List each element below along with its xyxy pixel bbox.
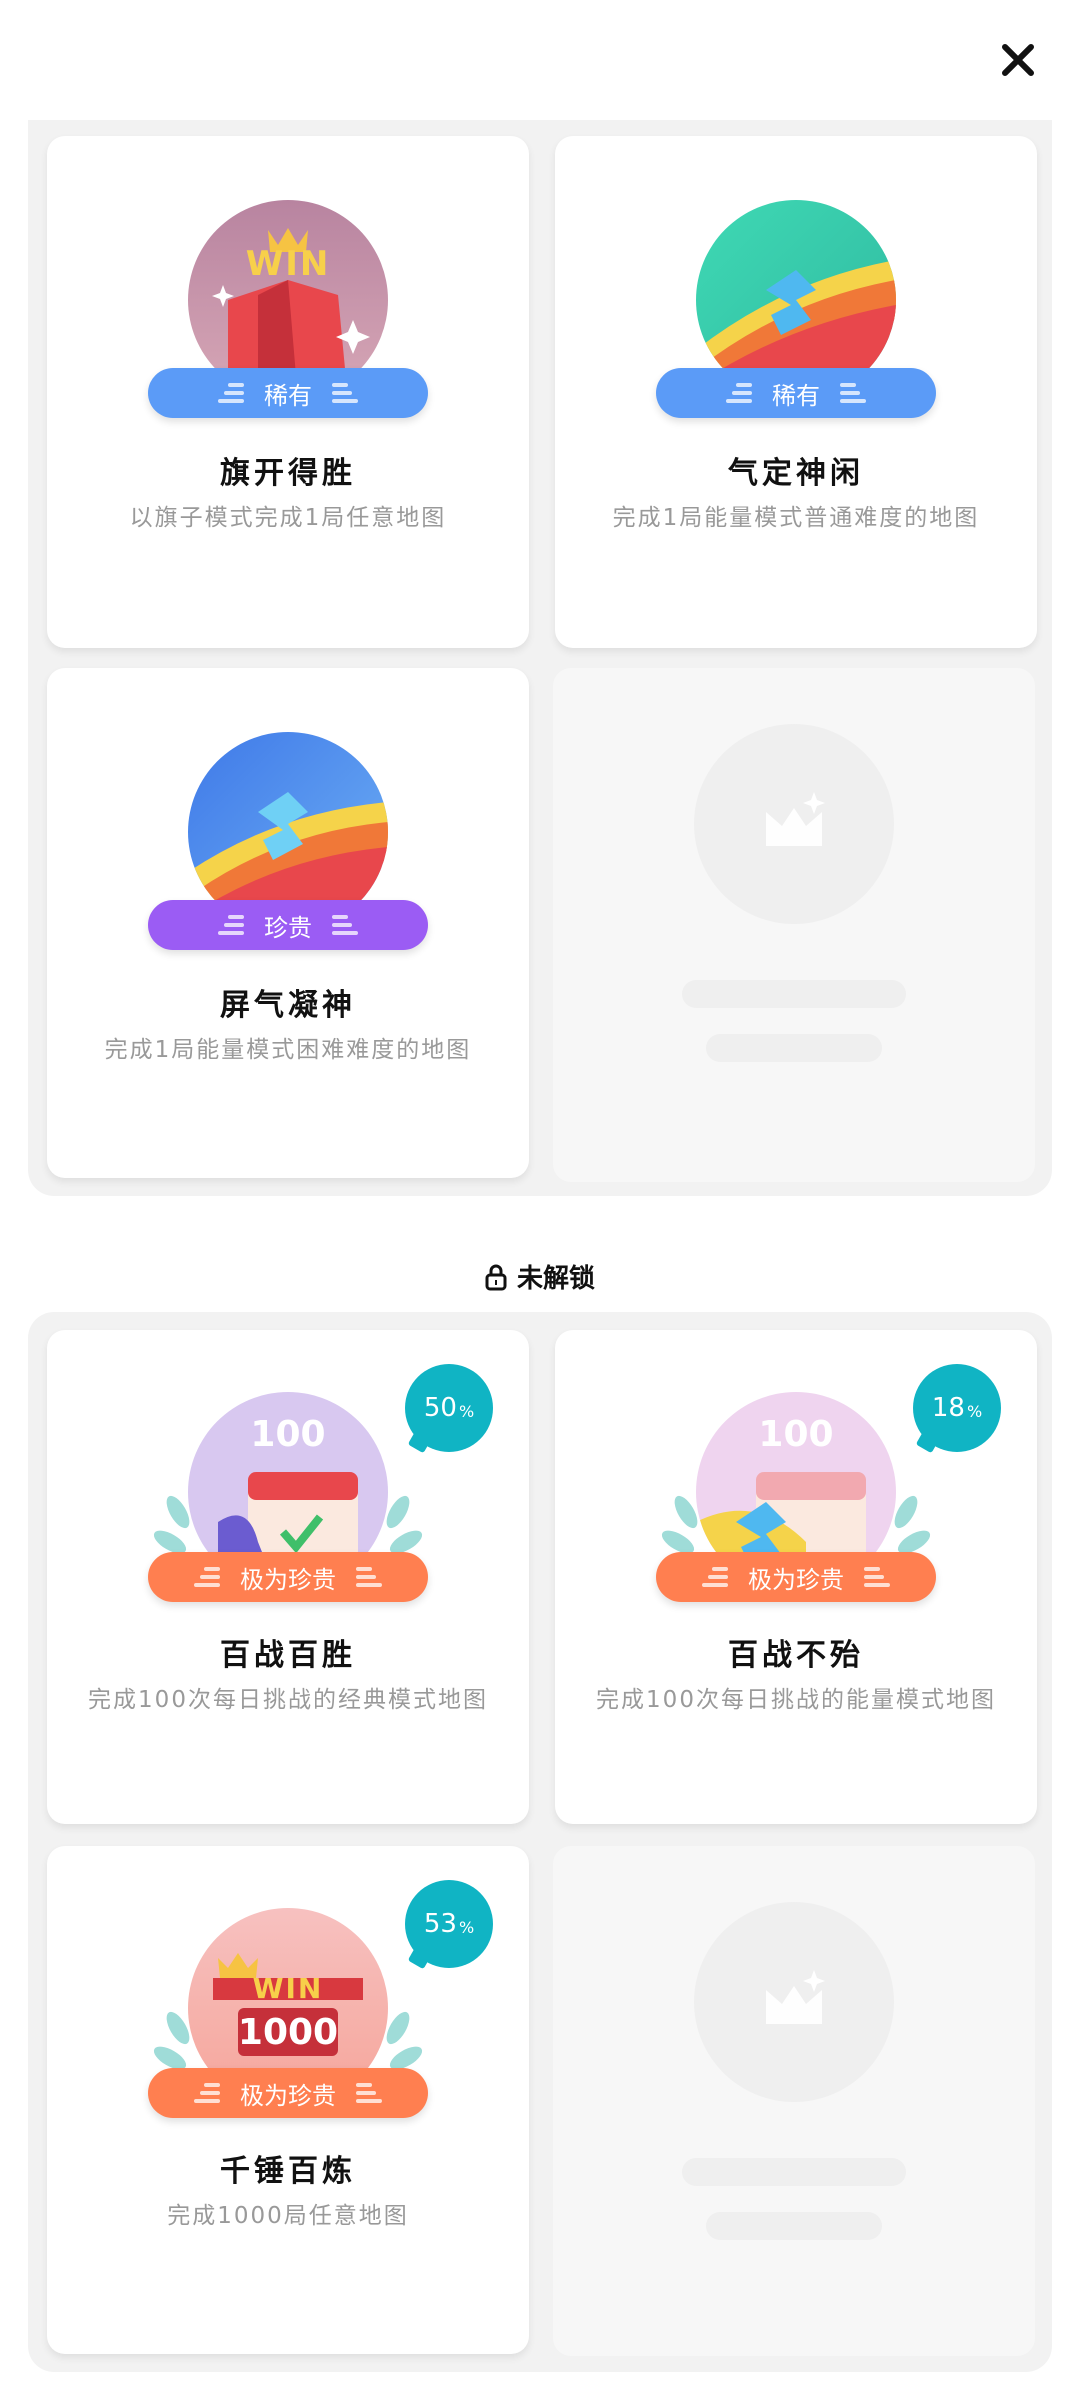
card-title: 千锤百炼 [220, 2154, 356, 2189]
stripes-left [218, 915, 244, 935]
achievement-card-flag-win[interactable]: WIN 稀有 旗开得胜 以旗子模式完成1局任意地图 [47, 136, 529, 648]
placeholder-badge-icon [694, 1902, 894, 2102]
placeholder-line [706, 2212, 882, 2240]
progress-value: 18 [931, 1393, 965, 1423]
rarity-pill: 极为珍贵 [148, 1552, 428, 1602]
locked-section-label: 未解锁 [516, 1264, 595, 1294]
card-desc: 完成100次每日挑战的经典模式地图 [88, 1687, 488, 1713]
stripes-right [332, 915, 358, 935]
rarity-label: 极为珍贵 [240, 1565, 336, 1594]
stripes-right [356, 2083, 382, 2103]
card-title: 百战不殆 [728, 1638, 864, 1673]
rarity-pill: 极为珍贵 [148, 2068, 428, 2118]
rarity-label: 极为珍贵 [240, 2081, 336, 2110]
achievement-card-daily-energy-100[interactable]: 18% 100 极为珍贵 百战不殆 完成100次每日挑战的能量模式地图 [555, 1330, 1037, 1824]
achievement-card-energy-hard[interactable]: 珍贵 屏气凝神 完成1局能量模式困难难度的地图 [47, 668, 529, 1178]
stripes-right [332, 383, 358, 403]
progress-unit: % [966, 1401, 983, 1421]
placeholder-line [706, 1034, 882, 1062]
placeholder-card [553, 668, 1035, 1182]
badge-win-text: WIN [245, 244, 331, 284]
progress-unit: % [458, 1917, 475, 1937]
card-desc: 完成100次每日挑战的能量模式地图 [596, 1687, 996, 1713]
card-title: 旗开得胜 [220, 456, 356, 491]
close-icon [1002, 44, 1034, 76]
progress-value: 50 [423, 1393, 457, 1423]
stripes-left [194, 2083, 220, 2103]
achievement-card-energy-normal[interactable]: 稀有 气定神闲 完成1局能量模式普通难度的地图 [555, 136, 1037, 648]
card-desc: 完成1局能量模式普通难度的地图 [612, 505, 980, 531]
stripes-right [864, 1567, 890, 1587]
achievement-card-win-1000[interactable]: 53% WIN 1000 极为珍贵 千锤百炼 完成1000局任意地图 [47, 1846, 529, 2354]
card-title: 气定神闲 [728, 456, 864, 491]
card-desc: 完成1局能量模式困难难度的地图 [104, 1037, 472, 1063]
locked-section-header: 未解锁 [0, 1258, 1080, 1295]
card-desc: 完成1000局任意地图 [167, 2203, 409, 2229]
badge-100-text: 100 [758, 1414, 834, 1455]
card-desc: 以旗子模式完成1局任意地图 [129, 505, 447, 531]
rarity-label: 稀有 [772, 381, 820, 410]
rarity-pill: 稀有 [656, 368, 936, 418]
card-title: 屏气凝神 [220, 988, 356, 1023]
placeholder-line [682, 2158, 906, 2186]
progress-bubble: 18% [913, 1364, 1001, 1452]
stripes-right [840, 383, 866, 403]
placeholder-card [553, 1846, 1035, 2356]
lock-icon [485, 1264, 507, 1290]
rarity-label: 稀有 [264, 381, 312, 410]
progress-bubble: 53% [405, 1880, 493, 1968]
rarity-label: 极为珍贵 [748, 1565, 844, 1594]
stripes-left [218, 383, 244, 403]
progress-unit: % [458, 1401, 475, 1421]
card-title: 百战百胜 [220, 1638, 356, 1673]
placeholder-badge-icon [694, 724, 894, 924]
stripes-left [726, 383, 752, 403]
close-button[interactable] [996, 38, 1040, 82]
rarity-pill: 稀有 [148, 368, 428, 418]
achievement-card-daily-classic-100[interactable]: 50% 100 极为珍贵 百战百胜 完成100次每日挑战的经典模式地图 [47, 1330, 529, 1824]
rarity-label: 珍贵 [264, 913, 312, 942]
stripes-right [356, 1567, 382, 1587]
badge-100-text: 100 [250, 1414, 326, 1455]
progress-value: 53 [423, 1909, 457, 1939]
progress-bubble: 50% [405, 1364, 493, 1452]
rarity-pill: 极为珍贵 [656, 1552, 936, 1602]
stripes-left [194, 1567, 220, 1587]
stripes-left [702, 1567, 728, 1587]
rarity-pill: 珍贵 [148, 900, 428, 950]
placeholder-line [682, 980, 906, 1008]
